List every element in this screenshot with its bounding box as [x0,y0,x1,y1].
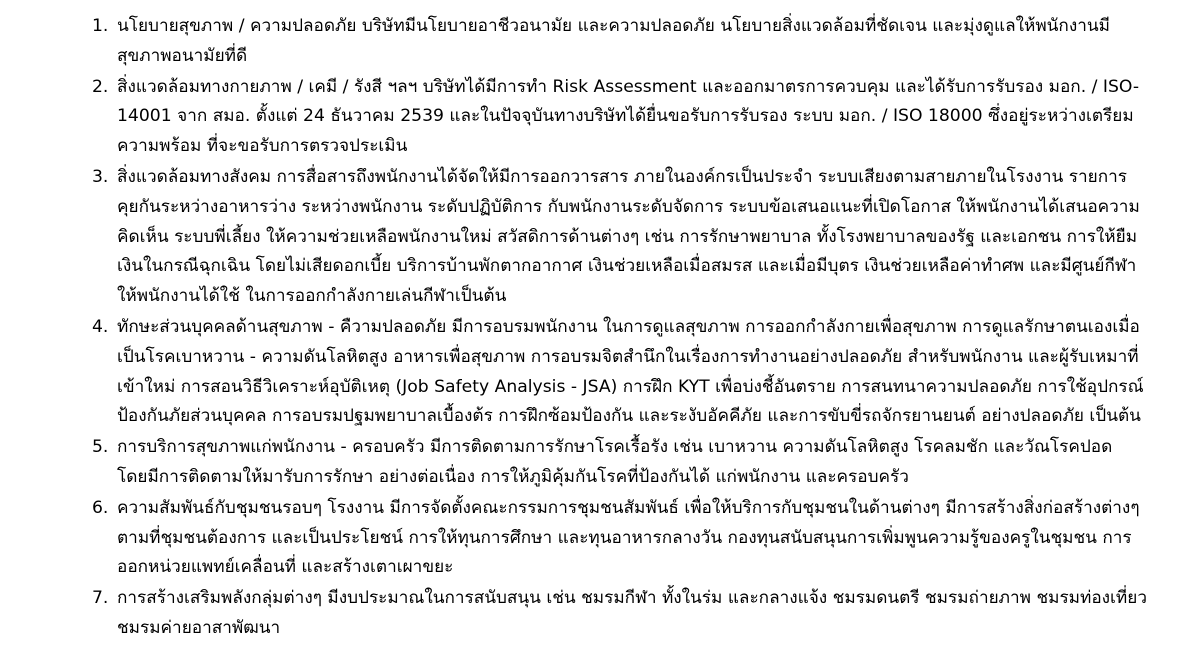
list-item-6: 6. ความสัมพันธ์กับชุมชนรอบๆ โรงงาน มีการ… [0,494,1186,583]
list-item-number: 3. [92,166,109,187]
list-item-text: การบริการสุขภาพแก่พนักงาน - ครอบครัว มีก… [117,437,1113,487]
list-item-5: 5. การบริการสุขภาพแก่พนักงาน - ครอบครัว … [0,433,1186,493]
list-item-text: ความสัมพันธ์กับชุมชนรอบๆ โรงงาน มีการจัด… [117,497,1140,578]
list-item-text: นโยบายสุขภาพ / ความปลอดภัย บริษัทมีนโยบา… [117,16,1110,66]
document-body: 1. นโยบายสุขภาพ / ความปลอดภัย บริษัทมีนโ… [0,12,1186,645]
list-item-3: 3. สิ่งแวดล้อมทางสังคม การสื่อสารถึงพนัก… [0,163,1186,312]
list-item-4: 4. ทักษะส่วนบุคคลด้านสุขภาพ - คืวามปลอดภ… [0,313,1186,432]
list-item-text: สิ่งแวดล้อมทางสังคม การสื่อสารถึงพนักงาน… [117,166,1140,307]
list-item-text: ทักษะส่วนบุคคลด้านสุขภาพ - คืวามปลอดภัย … [117,316,1144,427]
numbered-list: 1. นโยบายสุขภาพ / ความปลอดภัย บริษัทมีนโ… [0,12,1186,644]
list-item-2: 2. สิ่งแวดล้อมทางกายภาพ / เคมี / รังสี ฯ… [0,73,1186,162]
list-item-number: 1. [92,16,109,36]
list-item-number: 2. [92,76,109,97]
list-item-text: การสร้างเสริมพลังกลุ่มต่างๆ มีงบประมาณใน… [117,588,1147,638]
list-item-number: 7. [92,588,109,609]
list-item-text: สิ่งแวดล้อมทางกายภาพ / เคมี / รังสี ฯลฯ … [117,76,1140,157]
list-item-1: 1. นโยบายสุขภาพ / ความปลอดภัย บริษัทมีนโ… [0,12,1186,72]
list-item-number: 6. [92,497,109,518]
list-item-7: 7. การสร้างเสริมพลังกลุ่มต่างๆ มีงบประมา… [0,584,1186,644]
list-item-number: 4. [92,316,109,337]
list-item-number: 5. [92,437,109,458]
